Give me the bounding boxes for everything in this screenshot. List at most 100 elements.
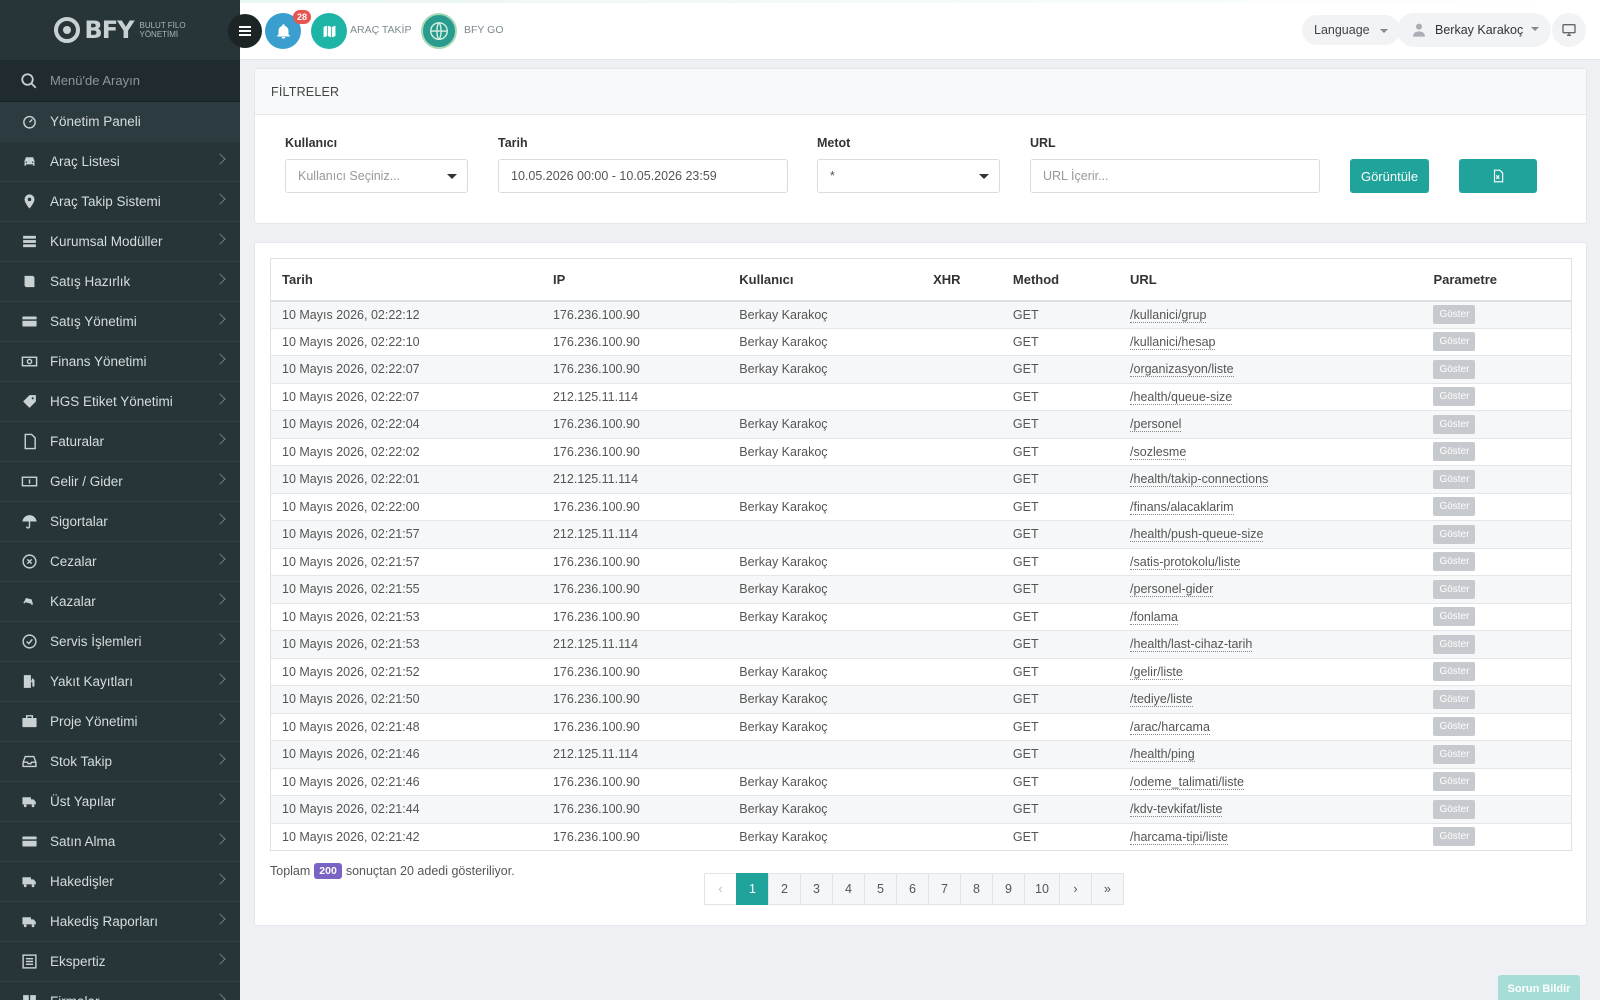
show-params-button[interactable]: Göster [1433,497,1476,517]
show-params-button[interactable]: Göster [1433,717,1476,737]
sidebar-item-8[interactable]: HGS Etiket Yönetimi [0,382,240,422]
export-excel-button[interactable] [1459,159,1537,193]
sidebar-item-1[interactable]: Yönetim Paneli [0,102,240,142]
page-7-button[interactable]: 7 [928,873,961,905]
last-page-button[interactable]: » [1090,873,1124,905]
sidebar-item-5[interactable]: Satış Hazırlık [0,262,240,302]
sidebar-item-13[interactable]: Kazalar [0,582,240,622]
sidebar-item-14[interactable]: Servis İşlemleri [0,622,240,662]
show-params-button[interactable]: Göster [1433,332,1476,352]
show-params-button[interactable]: Göster [1433,469,1476,489]
show-params-button[interactable]: Göster [1433,387,1476,407]
page-1-button[interactable]: 1 [736,873,769,905]
bfy-go-button[interactable] [421,13,457,49]
show-params-button[interactable]: Göster [1433,552,1476,572]
column-header[interactable]: Parametre [1422,258,1572,302]
url-link[interactable]: /kdv-tevkifat/liste [1130,802,1223,818]
bfy-go-link[interactable]: BFY GO [464,24,503,36]
show-params-button[interactable]: Göster [1433,579,1476,599]
url-link[interactable]: /health/ping [1130,747,1195,763]
sidebar-item-11[interactable]: Sigortalar [0,502,240,542]
sidebar-item-20[interactable]: Hakedişler [0,862,240,902]
url-link[interactable]: /kullanici/hesap [1130,334,1216,350]
sidebar-item-4[interactable]: Kurumsal Modüller [0,222,240,262]
method-select[interactable]: * [817,159,1000,193]
sidebar-item-12[interactable]: Cezalar [0,542,240,582]
page-9-button[interactable]: 9 [992,873,1025,905]
url-link[interactable]: /sozlesme [1130,444,1187,460]
sidebar-item-21[interactable]: Hakediş Raporları [0,902,240,942]
url-input[interactable]: URL İçerir... [1030,159,1320,193]
arac-takip-link[interactable]: ARAÇ TAKİP [350,24,411,36]
show-params-button[interactable]: Göster [1433,359,1476,379]
show-params-button[interactable]: Göster [1433,414,1476,434]
notifications-button[interactable]: 28 [265,10,311,49]
column-header[interactable]: Tarih [270,258,542,302]
column-header[interactable]: IP [541,258,729,302]
sidebar-item-7[interactable]: Finans Yönetimi [0,342,240,382]
show-params-button[interactable]: Göster [1433,744,1476,764]
sidebar-item-6[interactable]: Satış Yönetimi [0,302,240,342]
url-link[interactable]: /fonlama [1130,609,1178,625]
show-params-button[interactable]: Göster [1433,607,1476,627]
sidebar-item-22[interactable]: Ekspertiz [0,942,240,982]
show-params-button[interactable]: Göster [1433,305,1476,324]
url-link[interactable]: /tediye/liste [1130,692,1193,708]
language-dropdown[interactable]: Language [1302,15,1400,45]
sidebar-item-3[interactable]: Araç Takip Sistemi [0,182,240,222]
show-params-button[interactable]: Göster [1433,442,1476,462]
sidebar-item-9[interactable]: Faturalar [0,422,240,462]
user-select[interactable]: Kullanıcı Seçiniz... [285,159,468,193]
url-link[interactable]: /health/last-cihaz-tarih [1130,637,1253,653]
menu-toggle-button[interactable] [228,14,262,48]
url-link[interactable]: /health/push-queue-size [1130,527,1264,543]
column-header[interactable]: Kullanıcı [728,258,923,302]
url-link[interactable]: /kullanici/grup [1130,307,1207,323]
next-page-button[interactable]: › [1058,873,1092,905]
date-range-input[interactable]: 10.05.2026 00:00 - 10.05.2026 23:59 [498,159,788,193]
sidebar-item-16[interactable]: Proje Yönetimi [0,702,240,742]
menu-search[interactable]: Menü'de Arayın [0,60,240,102]
show-params-button[interactable]: Göster [1433,662,1476,682]
url-link[interactable]: /personel [1130,417,1182,433]
page-5-button[interactable]: 5 [864,873,897,905]
page-8-button[interactable]: 8 [960,873,993,905]
page-6-button[interactable]: 6 [896,873,929,905]
sidebar-item-19[interactable]: Satın Alma [0,822,240,862]
show-params-button[interactable]: Göster [1433,799,1476,819]
user-menu[interactable]: Berkay Karakoç [1397,13,1552,47]
show-params-button[interactable]: Göster [1433,827,1476,847]
page-10-button[interactable]: 10 [1024,873,1060,905]
sidebar-item-23[interactable]: Firmalar [0,982,240,1000]
url-link[interactable]: /odeme_talimati/liste [1130,774,1244,790]
sidebar-item-15[interactable]: Yakıt Kayıtları [0,662,240,702]
sidebar-item-10[interactable]: Gelir / Gider [0,462,240,502]
arac-takip-button[interactable] [311,13,347,49]
view-button[interactable]: Görüntüle [1350,159,1429,193]
show-params-button[interactable]: Göster [1433,689,1476,709]
show-params-button[interactable]: Göster [1433,524,1476,544]
report-issue-button[interactable]: Sorun Bildir [1498,975,1580,1000]
column-header[interactable]: Method [1001,258,1120,302]
url-link[interactable]: /gelir/liste [1130,664,1183,680]
url-link[interactable]: /satis-protokolu/liste [1130,554,1241,570]
page-4-button[interactable]: 4 [832,873,865,905]
show-params-button[interactable]: Göster [1433,634,1476,654]
url-link[interactable]: /organizasyon/liste [1130,362,1234,378]
url-link[interactable]: /harcama-tipi/liste [1130,829,1228,845]
sidebar-item-18[interactable]: Üst Yapılar [0,782,240,822]
page-2-button[interactable]: 2 [768,873,801,905]
url-link[interactable]: /arac/harcama [1130,719,1210,735]
show-params-button[interactable]: Göster [1433,772,1476,792]
logo[interactable]: BFY BULUT FİLO YÖNETİMİ [0,0,240,60]
fullscreen-button[interactable] [1552,13,1586,47]
url-link[interactable]: /health/takip-connections [1130,472,1269,488]
column-header[interactable]: URL [1119,258,1423,302]
prev-page-button[interactable]: ‹ [704,873,737,905]
url-link[interactable]: /personel-gider [1130,582,1214,598]
page-3-button[interactable]: 3 [800,873,833,905]
sidebar-item-2[interactable]: Araç Listesi [0,142,240,182]
url-link[interactable]: /health/queue-size [1130,389,1233,405]
column-header[interactable]: XHR [922,258,1002,302]
url-link[interactable]: /finans/alacaklarim [1130,499,1234,515]
